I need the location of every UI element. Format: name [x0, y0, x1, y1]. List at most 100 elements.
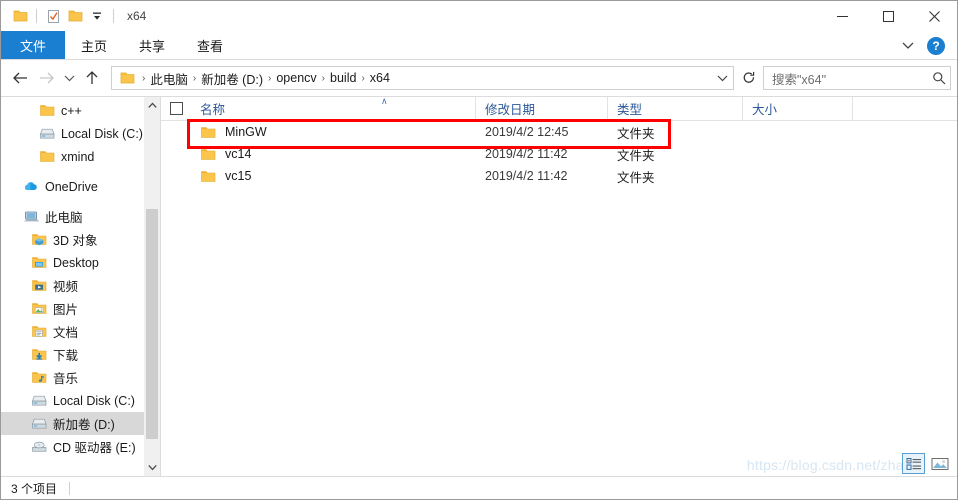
sidebar-item-label: Desktop: [53, 255, 99, 270]
customize-dropdown-icon[interactable]: [86, 5, 108, 27]
scrollbar-thumb[interactable]: [146, 209, 158, 439]
sidebar-item-[interactable]: 此电脑: [1, 205, 160, 228]
column-header-filler: [853, 97, 957, 120]
window-title: x64: [127, 9, 147, 23]
drive-icon: [37, 125, 57, 143]
sidebar-item-[interactable]: 图片: [1, 297, 160, 320]
tab-home[interactable]: 主页: [65, 31, 123, 59]
sidebar-item-label: Local Disk (C:): [53, 393, 135, 408]
sidebar-item-d[interactable]: 新加卷 (D:): [1, 412, 160, 435]
item-count-label: 3 个项目: [11, 481, 58, 496]
folder-icon: [200, 125, 218, 140]
nav-group-gap: [1, 168, 160, 175]
sidebar-item-cd-e[interactable]: CD 驱动器 (E:): [1, 435, 160, 458]
cell-date-modified: 2019/4/2 11:42: [485, 147, 568, 161]
navigation-tree: c++ Local Disk (C:) xmind OneDrive 此电脑 3D 对象 D…: [1, 97, 160, 458]
sidebar-item-xmind[interactable]: xmind: [1, 145, 160, 168]
desktop-icon: [29, 254, 49, 272]
cell-name[interactable]: vc15: [191, 169, 476, 184]
watermark-text: https://blog.csdn.net/zhai: [746, 457, 907, 473]
select-all-checkbox[interactable]: [170, 102, 183, 115]
cell-type: 文件夹: [617, 170, 655, 185]
cell-name[interactable]: MinGW: [191, 125, 476, 140]
sidebar-item-[interactable]: 文档: [1, 320, 160, 343]
column-header-type[interactable]: 类型: [608, 97, 743, 120]
scroll-down-button[interactable]: [144, 459, 160, 476]
breadcrumb-item-2[interactable]: opencv: [272, 71, 320, 85]
navigation-scrollbar[interactable]: [144, 97, 160, 476]
navigation-pane: c++ Local Disk (C:) xmind OneDrive 此电脑 3D 对象 D…: [1, 97, 161, 476]
sidebar-item-3d[interactable]: 3D 对象: [1, 228, 160, 251]
back-button[interactable]: [7, 65, 33, 91]
cell-date-modified: 2019/4/2 12:45: [485, 125, 569, 139]
cloud-icon: [21, 178, 41, 196]
quick-access-toolbar: [9, 5, 119, 27]
properties-icon[interactable]: [42, 5, 64, 27]
table-row[interactable]: MinGW 2019/4/2 12:45 文件夹: [161, 121, 957, 143]
column-header-date[interactable]: 修改日期: [476, 97, 608, 120]
ribbon-tab-bar: 文件 主页 共享 查看 ?: [1, 31, 957, 60]
chevron-down-icon[interactable]: [895, 33, 921, 59]
address-bar: › 此电脑 › 新加卷 (D:) › opencv › build › x64: [1, 60, 957, 96]
drive-icon: [29, 392, 49, 410]
column-header-size[interactable]: 大小: [743, 97, 853, 120]
sidebar-item-label: 视频: [53, 280, 79, 294]
sidebar-item-label: Local Disk (C:): [61, 126, 143, 141]
sidebar-item-onedrive[interactable]: OneDrive: [1, 175, 160, 198]
up-button[interactable]: [79, 65, 105, 91]
refresh-icon[interactable]: [738, 66, 760, 90]
explorer-body: c++ Local Disk (C:) xmind OneDrive 此电脑 3D 对象 D…: [1, 96, 957, 476]
table-row[interactable]: vc15 2019/4/2 11:42 文件夹: [161, 165, 957, 187]
ribbon-right-controls: ?: [895, 31, 953, 60]
column-headers: 名称 ∧ 修改日期 类型 大小: [161, 97, 957, 121]
file-explorer-window: x64 文件 主页 共享 查看 ? › 此电脑 › 新加卷 (D:) › ope…: [0, 0, 958, 500]
breadcrumb-item-0[interactable]: 此电脑: [146, 69, 192, 88]
tab-file[interactable]: 文件: [1, 31, 66, 59]
view-mode-buttons: [902, 453, 951, 474]
sidebar-item-label: 此电脑: [45, 211, 83, 225]
file-name-label: MinGW: [225, 125, 267, 139]
qat-separator-1: [36, 9, 37, 23]
scroll-up-button[interactable]: [144, 97, 160, 114]
tab-share[interactable]: 共享: [123, 31, 181, 59]
search-icon[interactable]: [932, 71, 946, 85]
breadcrumb-item-3[interactable]: build: [326, 71, 360, 85]
sidebar-item-c[interactable]: c++: [1, 99, 160, 122]
videos-icon: [29, 277, 49, 295]
select-all-column[interactable]: [161, 97, 191, 120]
sidebar-item-desktop[interactable]: Desktop: [1, 251, 160, 274]
file-list-pane: 名称 ∧ 修改日期 类型 大小 MinGW 2019/4/2 12:45 文件夹 vc…: [161, 97, 957, 476]
folder-icon[interactable]: [9, 5, 31, 27]
close-button[interactable]: [911, 1, 957, 31]
title-bar: x64: [1, 1, 957, 31]
drive-icon: [29, 415, 49, 433]
column-header-name-label: 名称: [200, 103, 226, 117]
recent-locations-button[interactable]: [59, 65, 79, 91]
breadcrumb-item-4[interactable]: x64: [366, 71, 394, 85]
forward-button[interactable]: [33, 65, 59, 91]
sidebar-item-[interactable]: 视频: [1, 274, 160, 297]
sidebar-item-local-disk-c[interactable]: Local Disk (C:): [1, 122, 160, 145]
window-controls: [819, 1, 957, 31]
new-folder-icon[interactable]: [64, 5, 86, 27]
sidebar-item-local-disk-c[interactable]: Local Disk (C:): [1, 389, 160, 412]
cell-name[interactable]: vc14: [191, 147, 476, 162]
table-row[interactable]: vc14 2019/4/2 11:42 文件夹: [161, 143, 957, 165]
sidebar-item-[interactable]: 音乐: [1, 366, 160, 389]
folder-icon: [200, 147, 218, 162]
sidebar-item-label: OneDrive: [45, 179, 98, 194]
tab-view[interactable]: 查看: [181, 31, 239, 59]
search-input[interactable]: 搜索"x64": [763, 66, 951, 90]
large-icons-view-button[interactable]: [928, 453, 951, 474]
minimize-button[interactable]: [819, 1, 865, 31]
downloads-icon: [29, 346, 49, 364]
sidebar-item-[interactable]: 下载: [1, 343, 160, 366]
details-view-button[interactable]: [902, 453, 925, 474]
breadcrumb-dropdown-icon[interactable]: [713, 74, 731, 82]
help-icon[interactable]: ?: [927, 36, 945, 55]
breadcrumb-item-1[interactable]: 新加卷 (D:): [197, 69, 267, 88]
column-header-name[interactable]: 名称 ∧: [191, 97, 476, 120]
maximize-button[interactable]: [865, 1, 911, 31]
cell-type: 文件夹: [617, 126, 655, 141]
breadcrumb-bar[interactable]: › 此电脑 › 新加卷 (D:) › opencv › build › x64: [111, 66, 734, 90]
